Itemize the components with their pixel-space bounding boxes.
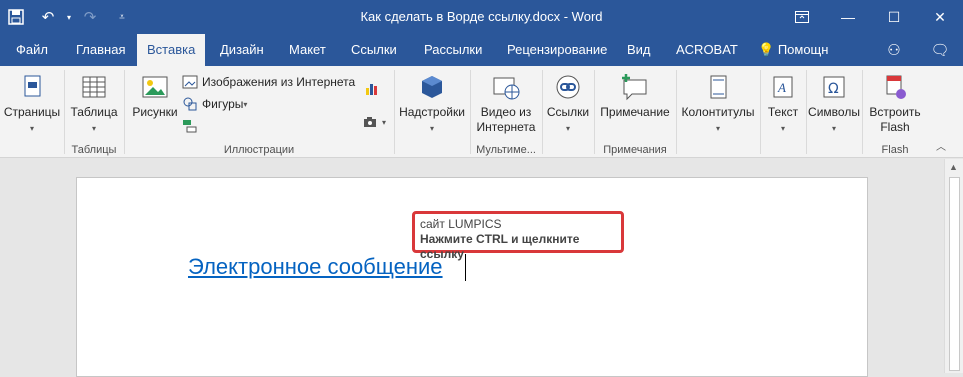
flash-icon [886, 75, 906, 99]
online-pictures-button[interactable]: Изображения из Интернета [182, 74, 355, 90]
document-page[interactable]: Электронное сообщение сайт LUMPICS Нажми… [76, 177, 868, 377]
group-flash: Встроить Flash Flash [862, 66, 928, 158]
chevron-up-icon: ︿ [936, 142, 946, 153]
comments-icon[interactable]: 🗨 [917, 41, 963, 59]
scroll-up-icon[interactable]: ▲ [949, 162, 958, 172]
group-links: Ссылки ▾ [542, 66, 594, 158]
svg-text:A: A [777, 80, 786, 95]
new-comment-button[interactable]: Примечание [596, 72, 674, 120]
tooltip-title: сайт LUMPICS [420, 217, 502, 231]
header-footer-icon [710, 75, 727, 99]
tab-layout[interactable]: Макет [279, 34, 336, 66]
tab-file[interactable]: Файл [6, 34, 58, 66]
smartart-icon [183, 120, 197, 133]
close-icon[interactable]: ✕ [917, 0, 963, 34]
chart-icon [366, 84, 377, 95]
tell-me-box[interactable]: 💡 Помощн [748, 34, 838, 66]
minimize-icon[interactable]: — [825, 0, 871, 34]
tab-design[interactable]: Дизайн [210, 34, 274, 66]
pages-icon [24, 75, 41, 97]
pictures-button[interactable]: Рисунки [128, 72, 182, 120]
addins-icon [422, 76, 442, 98]
links-button[interactable]: Ссылки ▾ [544, 72, 592, 136]
group-label-flash: Flash [881, 144, 909, 156]
comment-icon [622, 74, 647, 101]
maximize-icon[interactable]: ☐ [871, 0, 917, 34]
textbox-icon: A [773, 76, 793, 98]
tab-home[interactable]: Главная [66, 34, 135, 66]
group-label-illustrations: Иллюстрации [223, 144, 295, 156]
title-bar: ↶ ▾ ↷ ⩡ Как сделать в Ворде ссылку.docx … [0, 0, 963, 34]
smartart-button[interactable] [182, 118, 202, 134]
group-tables: Таблица ▾ Таблицы [64, 66, 124, 158]
table-icon [82, 76, 106, 98]
group-label-comments: Примечания [603, 144, 667, 156]
lightbulb-icon: 💡 [758, 42, 778, 57]
group-addins: Надстройки ▾ [394, 66, 470, 158]
tab-acrobat[interactable]: ACROBAT [666, 34, 748, 66]
vertical-scrollbar[interactable]: ▲ [944, 159, 963, 373]
online-pictures-icon [182, 75, 198, 89]
group-media: Видео из Интернета Мультиме... [470, 66, 542, 158]
screenshot-button[interactable]: ▾ [362, 114, 386, 130]
ribbon-display-options-icon[interactable] [779, 0, 825, 34]
embed-flash-button[interactable]: Встроить Flash [864, 72, 926, 135]
group-label-media: Мультиме... [476, 144, 536, 156]
group-comments: Примечание Примечания [594, 66, 676, 158]
tab-review[interactable]: Рецензирование [497, 34, 617, 66]
link-icon [556, 75, 580, 99]
pages-button[interactable]: Страницы ▾ [2, 72, 62, 136]
chart-button[interactable] [364, 80, 384, 96]
symbols-button[interactable]: Ω Символы ▾ [808, 72, 860, 136]
tab-references[interactable]: Ссылки [341, 34, 407, 66]
group-illustrations: Рисунки Изображения из Интернета Фигуры ▾… [124, 66, 394, 158]
tab-view[interactable]: Вид [617, 34, 661, 66]
online-video-button[interactable]: Видео из Интернета [472, 72, 540, 135]
group-text: A Текст ▾ [760, 66, 806, 158]
omega-icon: Ω [823, 76, 845, 98]
scrollbar-thumb[interactable] [949, 177, 960, 371]
collapse-ribbon-button[interactable]: ︿ [936, 138, 946, 153]
tab-insert[interactable]: Вставка [137, 34, 206, 66]
group-pages: Страницы ▾ [0, 66, 64, 158]
window-controls: — ☐ ✕ [779, 0, 963, 34]
group-symbols: Ω Символы ▾ [806, 66, 862, 158]
hyperlink-tooltip: сайт LUMPICS Нажмите CTRL и щелкните ссы… [412, 211, 624, 261]
text-button[interactable]: A Текст ▾ [762, 72, 804, 136]
shapes-icon [183, 97, 197, 111]
ribbon: Страницы ▾ Таблица ▾ Таблицы Рисунки Изобр… [0, 66, 963, 158]
table-button[interactable]: Таблица ▾ [66, 72, 122, 136]
share-icon[interactable]: ⚇ [871, 41, 917, 59]
svg-text:Ω: Ω [828, 81, 839, 97]
group-header-footer: Колонтитулы ▾ [676, 66, 760, 158]
shapes-button[interactable]: Фигуры ▾ [182, 96, 247, 112]
hyperlink[interactable]: Электронное сообщение [188, 254, 443, 280]
tooltip-hint: Нажмите CTRL и щелкните ссылку [420, 232, 580, 261]
ribbon-tabs: Файл Главная Вставка Дизайн Макет Ссылки… [0, 34, 963, 66]
tab-mailings[interactable]: Рассылки [414, 34, 492, 66]
addins-button[interactable]: Надстройки ▾ [396, 72, 468, 136]
screenshot-icon [364, 117, 376, 127]
document-area: Электронное сообщение сайт LUMPICS Нажми… [0, 159, 944, 377]
tabs-right-controls: ⚇ 🗨 [871, 34, 963, 66]
group-label-tables: Таблицы [71, 144, 117, 156]
pictures-icon [142, 76, 168, 98]
header-footer-button[interactable]: Колонтитулы ▾ [678, 72, 758, 136]
online-video-icon [493, 77, 520, 100]
